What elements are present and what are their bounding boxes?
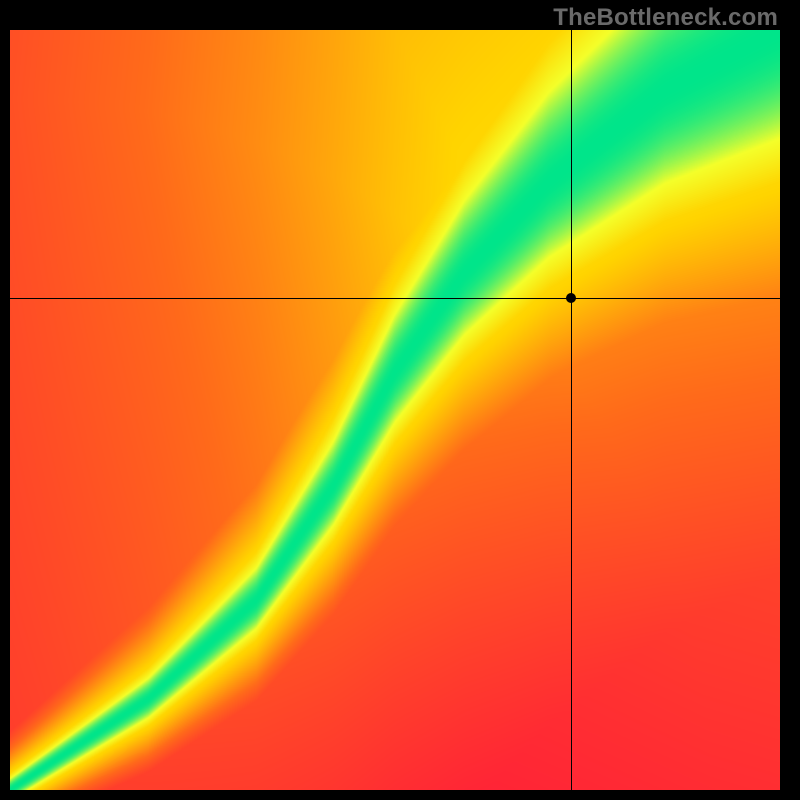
crosshair-horizontal	[10, 298, 780, 299]
chart-frame	[10, 30, 780, 790]
heatmap-canvas	[10, 30, 780, 790]
watermark-text: TheBottleneck.com	[553, 4, 778, 32]
crosshair-vertical	[571, 30, 572, 790]
data-point-marker	[566, 293, 576, 303]
